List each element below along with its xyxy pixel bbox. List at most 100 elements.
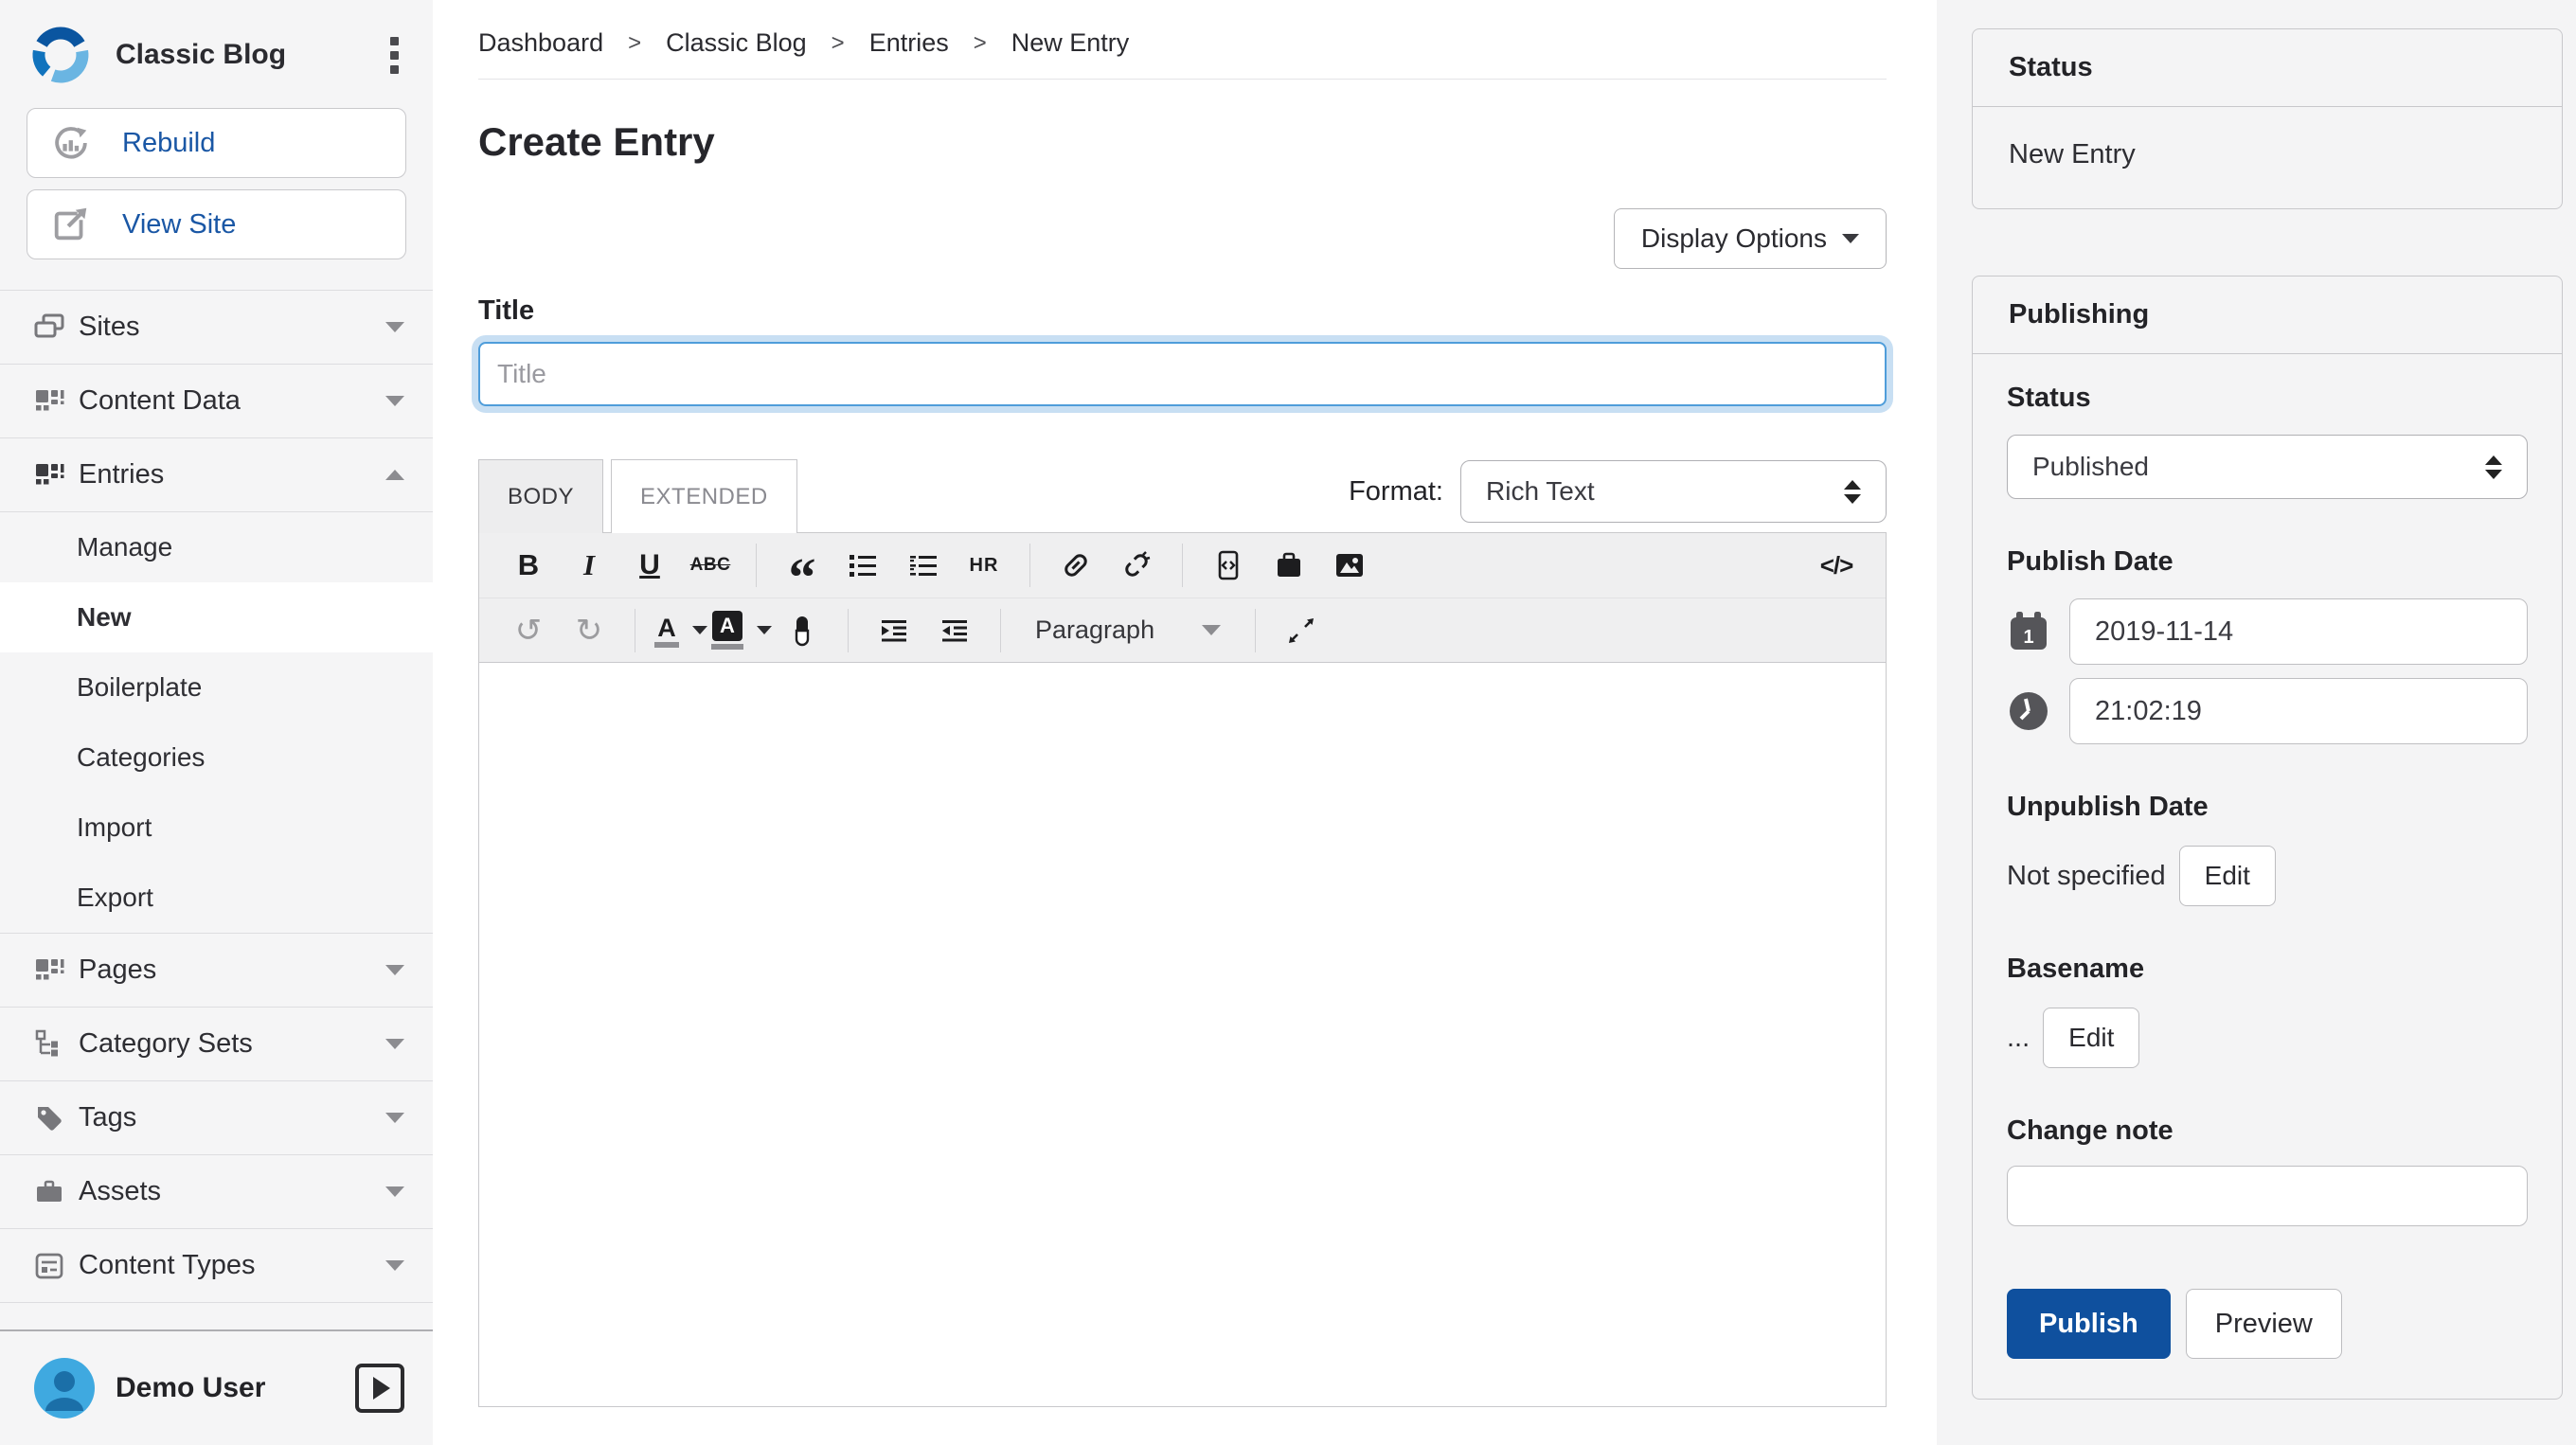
content-types-icon — [30, 1250, 68, 1282]
change-note-label: Change note — [2007, 1115, 2528, 1147]
publishing-panel: Publishing Status Published Publish Date… — [1972, 276, 2563, 1400]
unpublish-edit-button[interactable]: Edit — [2179, 846, 2276, 906]
svg-text:1: 1 — [2023, 627, 2033, 648]
main-content: Dashboard > Classic Blog > Entries > New… — [433, 0, 1937, 1445]
chevron-up-icon — [385, 470, 404, 480]
change-note-input[interactable] — [2007, 1166, 2528, 1226]
select-arrows-icon — [1844, 480, 1861, 504]
unlink-icon[interactable] — [1106, 537, 1167, 594]
remove-format-icon[interactable] — [772, 602, 832, 659]
preview-button[interactable]: Preview — [2186, 1289, 2342, 1359]
view-site-button[interactable]: View Site — [27, 189, 406, 259]
sidebar-menu: Sites Content Data Entries Manage New Bo… — [0, 290, 433, 1302]
category-sets-icon — [30, 1028, 68, 1061]
display-options-button[interactable]: Display Options — [1614, 208, 1887, 269]
unpublish-date-label: Unpublish Date — [2007, 792, 2528, 823]
status-panel-value: New Entry — [1973, 107, 2562, 208]
sidebar-item-pages[interactable]: Pages — [0, 933, 433, 1007]
sidebar-item-content-types[interactable]: Content Types — [0, 1228, 433, 1302]
outdent-icon[interactable] — [924, 602, 985, 659]
horizontal-rule-icon[interactable]: HR — [954, 537, 1014, 594]
source-code-icon[interactable]: </> — [1806, 537, 1867, 594]
sidebar-subitem-import[interactable]: Import — [0, 793, 433, 863]
fullscreen-icon[interactable] — [1271, 602, 1332, 659]
editor-content-area[interactable] — [478, 663, 1887, 1407]
insert-link-icon[interactable] — [1046, 537, 1106, 594]
entry-status-value: Published — [2032, 452, 2462, 482]
bold-icon[interactable]: B — [498, 537, 559, 594]
entries-submenu: Manage New Boilerplate Categories Import… — [0, 511, 433, 933]
sidebar-item-content-data[interactable]: Content Data — [0, 364, 433, 437]
text-color-button[interactable]: A — [651, 602, 711, 659]
strikethrough-icon[interactable]: ABC — [680, 537, 741, 594]
format-label: Format: — [1349, 476, 1443, 508]
chevron-down-icon — [385, 396, 404, 406]
blockquote-icon[interactable]: “ — [772, 537, 832, 594]
sites-icon — [30, 312, 68, 344]
breadcrumb-entries[interactable]: Entries — [869, 28, 949, 58]
body-editor: BODY EXTENDED Format: Rich Text B I U AB… — [478, 459, 1887, 1407]
background-color-icon: A — [711, 611, 743, 650]
entries-icon — [30, 459, 68, 491]
sidebar-subitem-manage[interactable]: Manage — [0, 512, 433, 582]
sidebar-item-tags[interactable]: Tags — [0, 1080, 433, 1154]
right-sidebar: Status New Entry Publishing Status Publi… — [1937, 0, 2576, 1445]
assets-icon — [30, 1176, 68, 1208]
chevron-down-icon — [1202, 625, 1221, 635]
sidebar-collapse-icon[interactable] — [355, 1364, 404, 1413]
background-color-button[interactable]: A — [711, 602, 772, 659]
sidebar-subitem-boilerplate[interactable]: Boilerplate — [0, 652, 433, 722]
unordered-list-icon[interactable] — [832, 537, 893, 594]
user-name: Demo User — [116, 1372, 355, 1404]
unpublish-date-value: Not specified — [2007, 861, 2166, 892]
publish-date-input[interactable] — [2069, 598, 2528, 665]
insert-image-icon[interactable] — [1319, 537, 1380, 594]
view-site-icon — [50, 204, 92, 245]
publish-time-input[interactable] — [2069, 678, 2528, 744]
format-select[interactable]: Rich Text — [1460, 460, 1887, 523]
breadcrumb-dashboard[interactable]: Dashboard — [478, 28, 603, 58]
insert-snippet-icon[interactable] — [1198, 537, 1259, 594]
ordered-list-icon[interactable] — [893, 537, 954, 594]
sidebar-item-entries[interactable]: Entries — [0, 437, 433, 511]
sidebar-item-label: Pages — [79, 954, 385, 986]
sidebar-item-label: Tags — [79, 1102, 385, 1133]
breadcrumb: Dashboard > Classic Blog > Entries > New… — [478, 0, 1887, 80]
breadcrumb-separator: > — [832, 30, 845, 57]
tab-body[interactable]: BODY — [478, 459, 603, 533]
underline-icon[interactable]: U — [619, 537, 680, 594]
kebab-menu-icon[interactable] — [385, 31, 404, 80]
clock-icon — [2007, 689, 2050, 733]
text-color-icon: A — [654, 614, 679, 648]
basename-edit-button[interactable]: Edit — [2043, 1008, 2139, 1068]
format-value: Rich Text — [1486, 476, 1821, 507]
rebuild-icon — [50, 122, 92, 164]
undo-icon[interactable]: ↺ — [498, 602, 559, 659]
chevron-down-icon — [385, 322, 404, 332]
rebuild-button[interactable]: Rebuild — [27, 108, 406, 178]
title-input[interactable] — [478, 342, 1887, 406]
sidebar-subitem-export[interactable]: Export — [0, 863, 433, 933]
indent-icon[interactable] — [864, 602, 924, 659]
breadcrumb-site[interactable]: Classic Blog — [666, 28, 807, 58]
sidebar-subitem-new[interactable]: New — [0, 582, 433, 652]
basename-value: ... — [2007, 1023, 2030, 1054]
paragraph-format-value: Paragraph — [1035, 615, 1154, 645]
sidebar-subitem-categories[interactable]: Categories — [0, 722, 433, 793]
publishing-panel-title: Publishing — [1973, 277, 2562, 354]
tags-icon — [30, 1102, 68, 1134]
sidebar-item-category-sets[interactable]: Category Sets — [0, 1007, 433, 1080]
paragraph-format-select[interactable]: Paragraph — [1016, 602, 1240, 659]
calendar-icon[interactable]: 1 — [2007, 610, 2050, 653]
sidebar-item-assets[interactable]: Assets — [0, 1154, 433, 1228]
publish-button[interactable]: Publish — [2007, 1289, 2171, 1359]
tab-extended[interactable]: EXTENDED — [611, 459, 797, 533]
insert-asset-icon[interactable] — [1259, 537, 1319, 594]
sidebar-item-label: Assets — [79, 1176, 385, 1207]
entry-status-select[interactable]: Published — [2007, 435, 2528, 499]
pages-icon — [30, 954, 68, 987]
breadcrumb-separator: > — [974, 30, 987, 57]
redo-icon[interactable]: ↻ — [559, 602, 619, 659]
italic-icon[interactable]: I — [559, 537, 619, 594]
sidebar-item-sites[interactable]: Sites — [0, 290, 433, 364]
